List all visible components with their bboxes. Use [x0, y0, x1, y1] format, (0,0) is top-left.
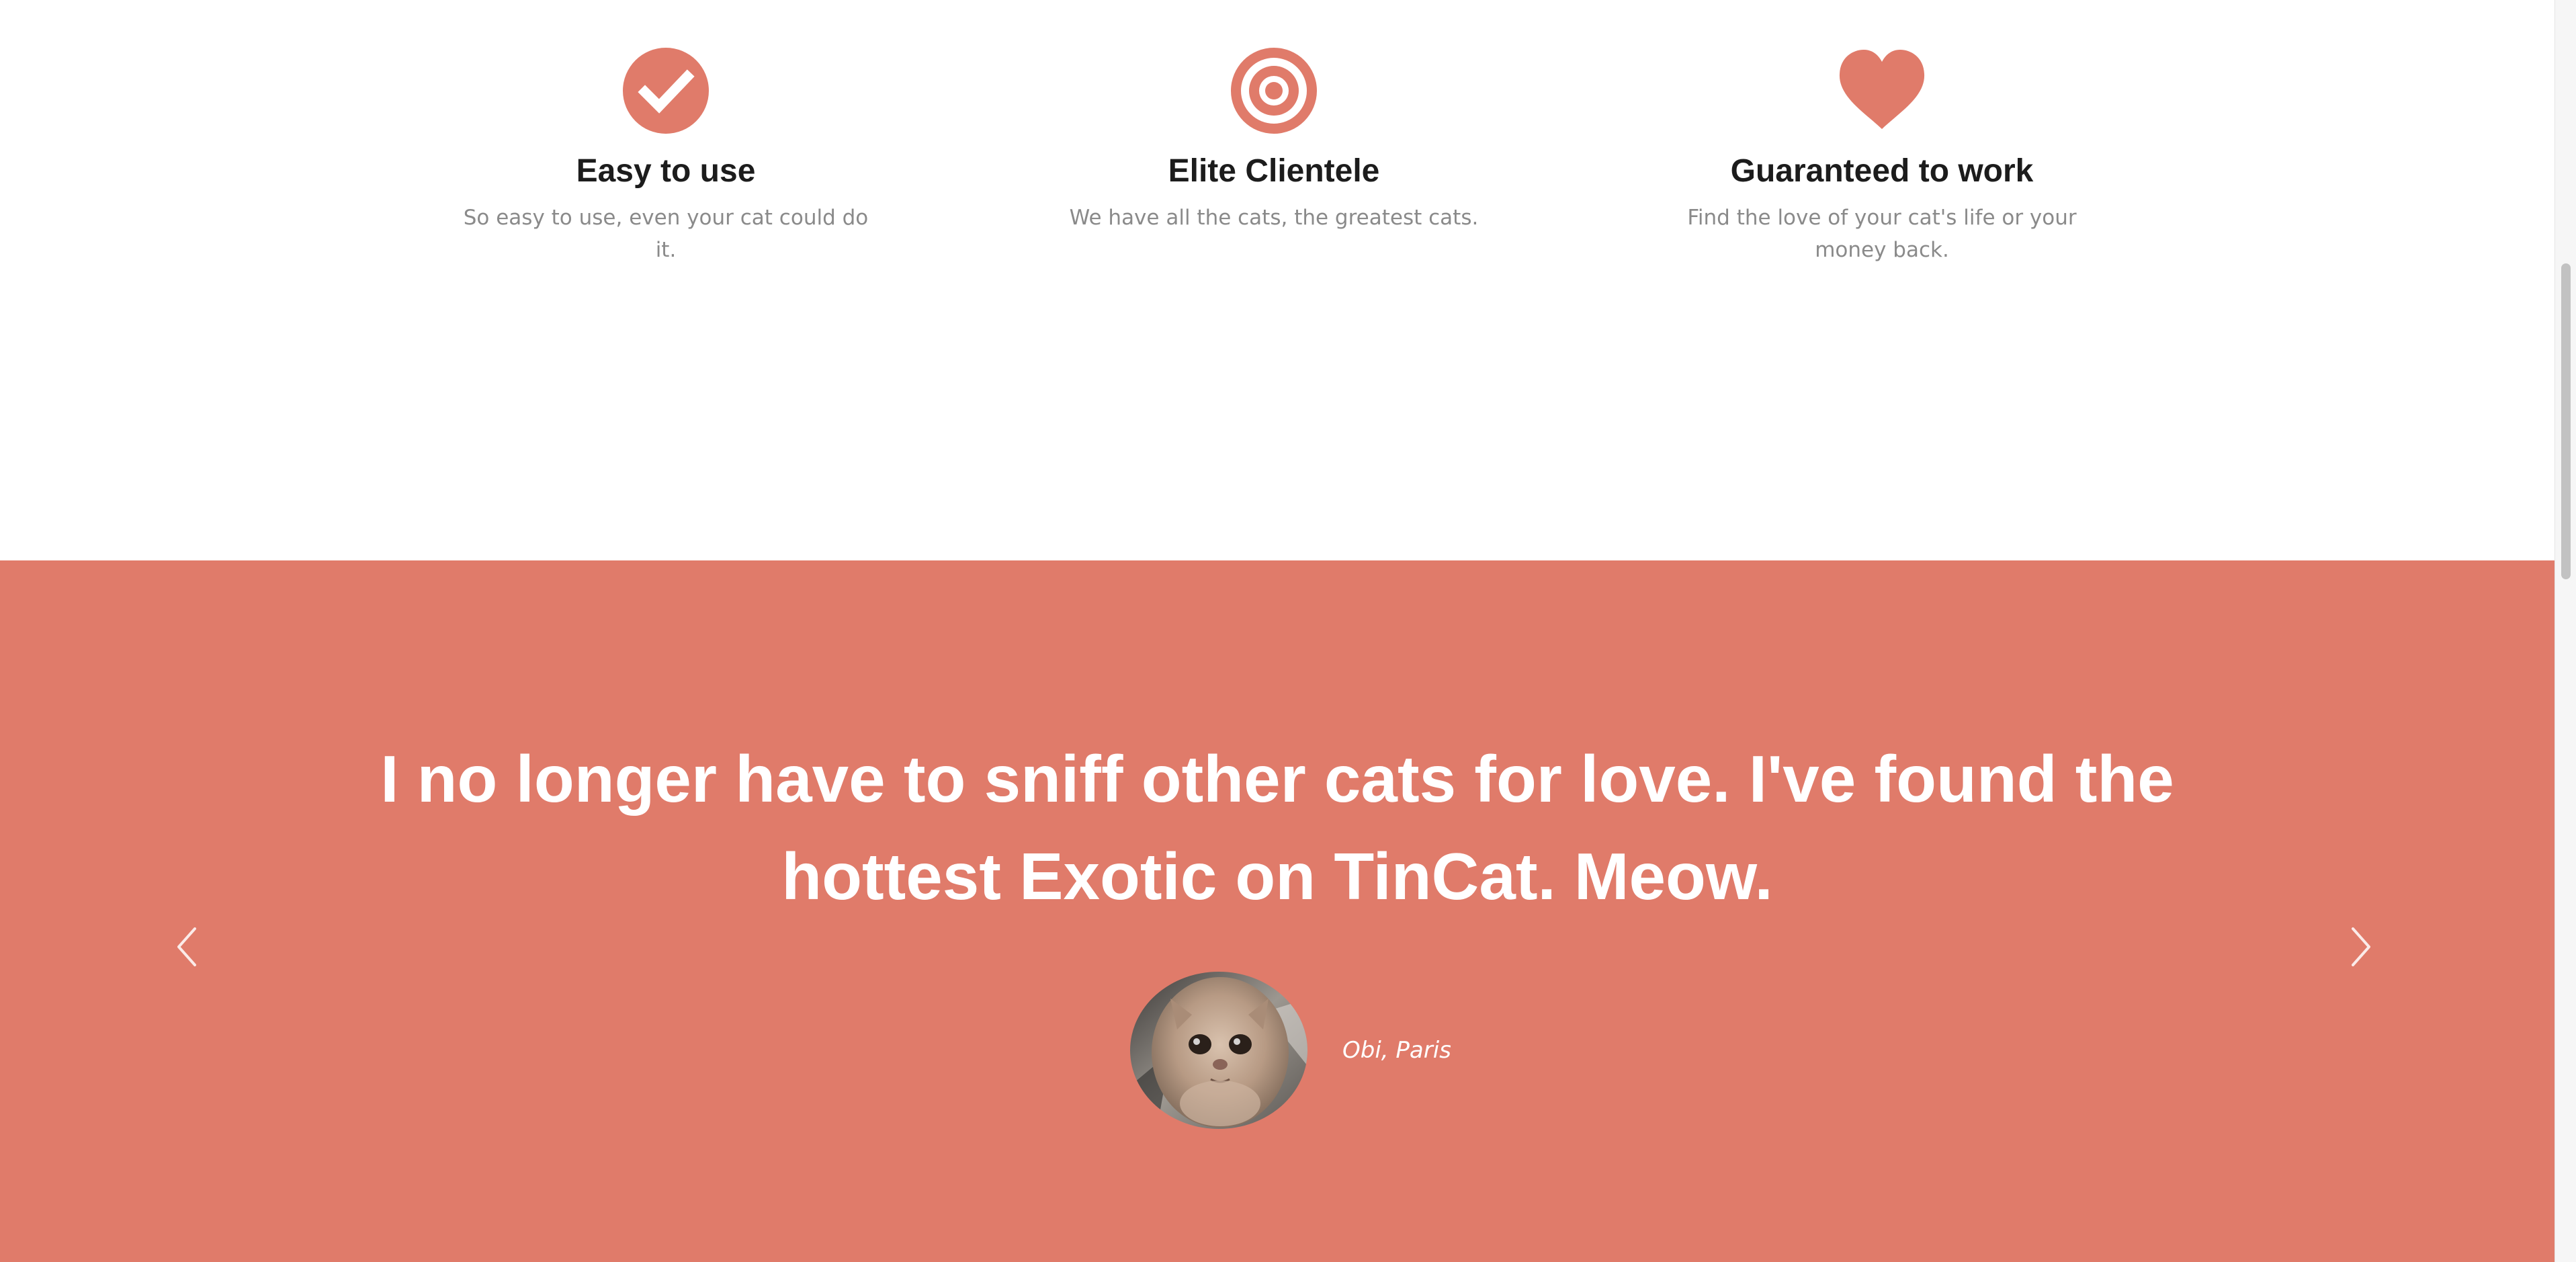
features-section: Easy to use So easy to use, even your ca… [0, 0, 2554, 560]
carousel-next-button[interactable] [2345, 923, 2377, 970]
feature-title: Easy to use [576, 153, 756, 189]
testimonial-quote: I no longer have to sniff other cats for… [380, 742, 2174, 913]
heart-icon [1839, 50, 1925, 129]
target-icon [1231, 48, 1317, 134]
testimonial-author: Obi, Paris [1130, 972, 1451, 1129]
testimonial-author-name: Obi, Paris [1342, 1037, 1451, 1064]
feature-description: We have all the cats, the greatest cats. [1069, 206, 1479, 230]
feature-title: Guaranteed to work [1730, 153, 2034, 189]
feature-easy-to-use: Easy to use So easy to use, even your ca… [444, 47, 888, 266]
feature-elite-clientele: Elite Clientele We have all the cats, th… [1052, 47, 1496, 234]
cat-avatar [1130, 972, 1307, 1129]
feature-guaranteed-to-work: Guaranteed to work Find the love of your… [1660, 47, 2104, 266]
carousel-prev-button[interactable] [171, 923, 203, 970]
check-circle-icon [623, 48, 709, 134]
feature-title: Elite Clientele [1168, 153, 1380, 189]
testimonial-section: I no longer have to sniff other cats for… [0, 560, 2554, 1262]
scrollbar-thumb[interactable] [2561, 263, 2571, 579]
feature-description: So easy to use, even your cat could do i… [463, 206, 869, 262]
vertical-scrollbar[interactable] [2554, 0, 2576, 1262]
chevron-left-icon [177, 927, 196, 966]
cat-avatar-photo [1130, 972, 1307, 1129]
page: Easy to use So easy to use, even your ca… [0, 0, 2576, 1262]
chevron-right-icon [2352, 927, 2370, 966]
feature-description: Find the love of your cat's life or your… [1687, 206, 2077, 262]
